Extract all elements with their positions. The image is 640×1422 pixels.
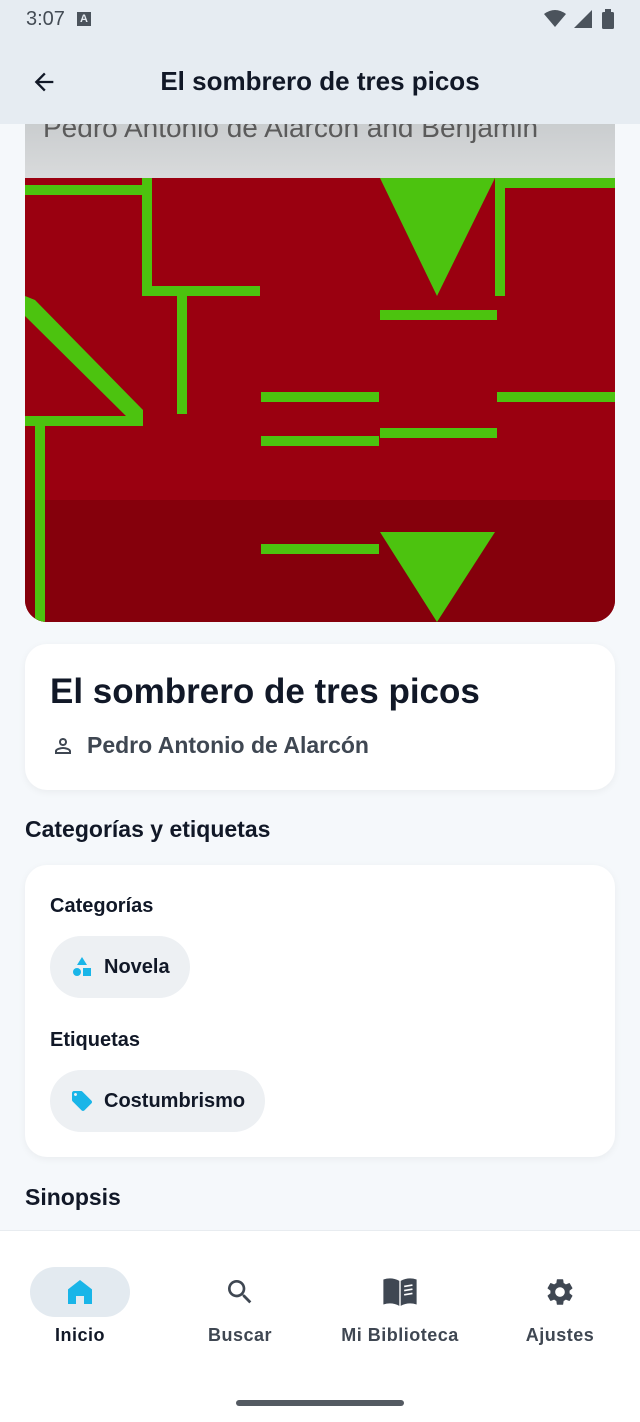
back-button[interactable] [26, 64, 62, 100]
shapes-icon [73, 957, 91, 976]
book-cover-image: Pedro Antonio de Alarcón and Benjamin [25, 124, 615, 622]
nav-icon-container [510, 1267, 610, 1317]
battery-icon [602, 9, 614, 29]
nav-label-inicio: Inicio [54, 1325, 105, 1345]
author-row[interactable]: Pedro Antonio de Alarcón [51, 732, 369, 759]
nav-label-ajustes: Ajustes [525, 1325, 595, 1345]
nav-item-mi-biblioteca[interactable]: Mi Biblioteca [320, 1267, 480, 1346]
tag-icon [72, 1091, 92, 1111]
home-indicator[interactable] [236, 1400, 404, 1406]
nav-label-mi-biblioteca: Mi Biblioteca [341, 1325, 459, 1345]
cover-pattern [25, 178, 615, 622]
nav-item-buscar[interactable]: Buscar [160, 1267, 320, 1346]
nav-label-buscar: Buscar [207, 1325, 273, 1345]
status-bar: 3:07 A [0, 0, 640, 38]
categories-label: Categorías [50, 895, 154, 917]
page-title: El sombrero de tres picos [160, 65, 480, 96]
tag-chip-costumbrismo[interactable]: Costumbrismo [50, 1070, 266, 1132]
bottom-navigation: Inicio Buscar Mi Biblioteca Ajustes [0, 1230, 640, 1422]
person-icon [55, 737, 71, 754]
home-icon [68, 1280, 92, 1304]
wifi-icon [544, 10, 566, 27]
arrow-back-icon [34, 72, 54, 92]
category-chip-novela[interactable]: Novela [50, 936, 190, 998]
app-bar: El sombrero de tres picos [0, 38, 640, 124]
signal-icon [574, 10, 592, 28]
notification-icon: A [76, 12, 91, 26]
book-title: El sombrero de tres picos [50, 672, 480, 711]
tags-label: Etiquetas [50, 1029, 141, 1051]
status-icons [544, 9, 614, 29]
tag-chip-label: Costumbrismo [104, 1089, 246, 1112]
author-name: Pedro Antonio de Alarcón [87, 732, 369, 758]
nav-icon-container [190, 1267, 290, 1317]
book-icon [383, 1278, 417, 1306]
search-icon [228, 1280, 252, 1304]
nav-item-ajustes[interactable]: Ajustes [480, 1267, 640, 1346]
status-time: 3:07 [26, 7, 65, 30]
section-title-categories: Categorías y etiquetas [25, 816, 271, 842]
gear-icon [547, 1279, 573, 1305]
nav-indicator [30, 1267, 130, 1317]
nav-item-inicio[interactable]: Inicio [0, 1267, 160, 1346]
detail-scroll[interactable]: Pedro Antonio de Alarcón and Benjamin El… [0, 124, 640, 1230]
nav-icon-container [350, 1267, 450, 1317]
section-title-synopsis: Sinopsis [25, 1184, 121, 1210]
book-info-card: El sombrero de tres picos Pedro Antonio … [25, 644, 615, 790]
category-chip-label: Novela [104, 955, 170, 978]
categories-card: Categorías Novela Etiquetas Costumbrismo [25, 865, 615, 1157]
